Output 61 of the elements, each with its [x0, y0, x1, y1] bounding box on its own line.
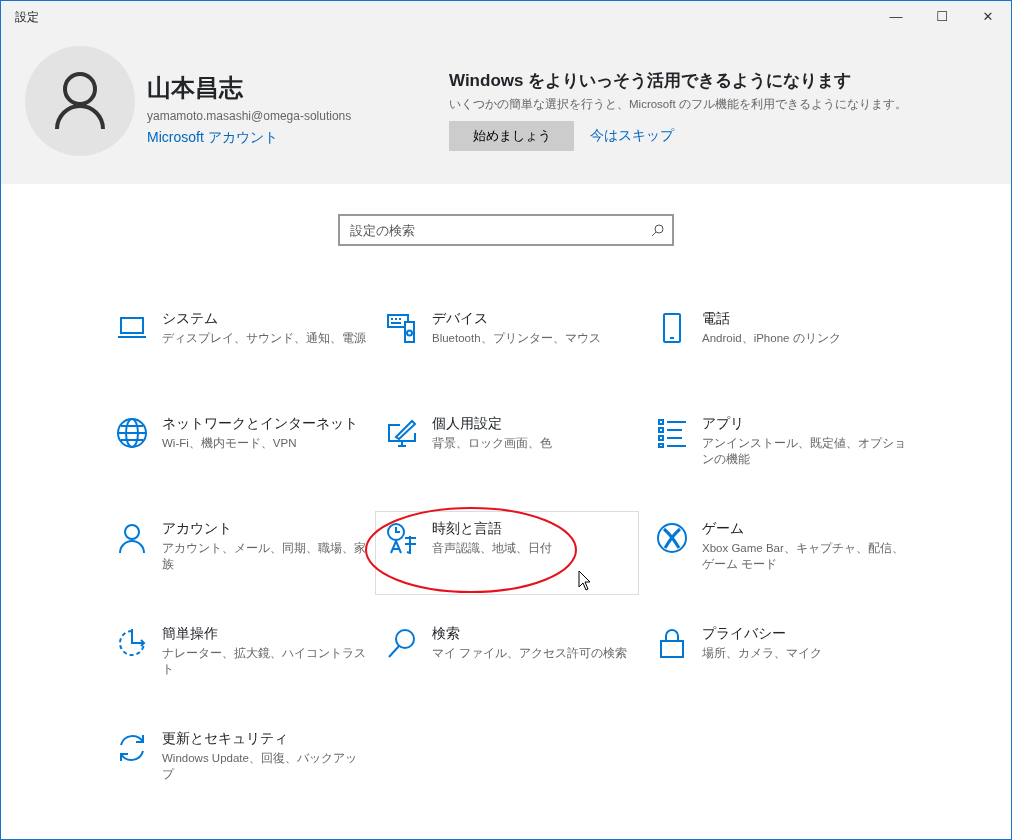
tile-description: 背景、ロック画面、色 [432, 435, 553, 451]
user-email: yamamoto.masashi@omega-solutions [147, 107, 353, 125]
tile-description: 音声認識、地域、日付 [432, 540, 553, 556]
tile-title: アカウント [162, 520, 233, 538]
tile-description: 場所、カメラ、マイク [702, 645, 823, 661]
tile-title: デバイス [432, 310, 489, 328]
globe-icon [116, 417, 148, 449]
settings-tile[interactable]: 更新とセキュリティ Windows Update、回復、バックアップ [105, 721, 369, 805]
list-icon [656, 417, 688, 449]
tile-description: Windows Update、回復、バックアップ [162, 750, 358, 782]
tile-title: 時刻と言語 [432, 520, 503, 538]
settings-tile[interactable]: アカウント アカウント、メール、同期、職場、家族 [105, 511, 369, 595]
monitor-brush-icon [386, 417, 418, 449]
settings-tile[interactable]: 電話 Android、iPhone のリンク [645, 301, 909, 385]
dotted-circle-arrow-icon [116, 627, 148, 659]
settings-tile[interactable]: プライバシー 場所、カメラ、マイク [645, 616, 909, 700]
tile-description: アンインストール、既定値、オプションの機能 [702, 435, 907, 467]
minimize-button[interactable]: — [873, 1, 919, 32]
magnifier-icon [386, 627, 418, 659]
tile-title: 更新とセキュリティ [162, 730, 289, 748]
tile-description: Android、iPhone のリンク [702, 330, 842, 346]
settings-tile[interactable]: 個人用設定 背景、ロック画面、色 [375, 406, 639, 490]
tile-title: システム [162, 310, 219, 328]
close-button[interactable]: ✕ [965, 1, 1011, 32]
maximize-button[interactable]: ☐ [919, 1, 965, 32]
mouse-cursor-icon [578, 570, 591, 591]
tile-description: Bluetooth、プリンター、マウス [432, 330, 602, 346]
microsoft-account-link[interactable]: Microsoft アカウント [147, 128, 278, 145]
search-field[interactable]: 設定の検索 [338, 214, 674, 246]
settings-tile[interactable]: デバイス Bluetooth、プリンター、マウス [375, 301, 639, 385]
settings-tile[interactable]: システム ディスプレイ、サウンド、通知、電源 [105, 301, 369, 385]
skip-link[interactable]: 今はスキップ [590, 125, 674, 147]
settings-tile[interactable]: 検索 マイ ファイル、アクセス許可の検索 [375, 616, 639, 700]
promo-title: Windows をよりいっそう活用できるようになります [449, 70, 853, 92]
person-icon [116, 522, 148, 554]
get-started-button[interactable]: 始めましょう [449, 120, 574, 151]
window-title: 設定 [15, 8, 40, 26]
tile-title: 個人用設定 [432, 415, 503, 433]
tile-title: ネットワークとインターネット [162, 415, 359, 433]
tile-description: Wi-Fi、機内モード、VPN [162, 435, 298, 451]
tile-title: アプリ [702, 415, 745, 433]
search-icon [651, 224, 664, 237]
tile-title: ゲーム [702, 520, 745, 538]
xbox-icon [656, 522, 688, 554]
settings-tile[interactable]: ゲーム Xbox Game Bar、キャプチャ、配信、ゲーム モード [645, 511, 909, 595]
tile-title: プライバシー [702, 625, 787, 643]
promo-text: いくつかの簡単な選択を行うと、Microsoft のフル機能を利用できるようになります。 [449, 96, 907, 113]
tile-description: アカウント、メール、同期、職場、家族 [162, 540, 367, 572]
settings-tile[interactable]: ネットワークとインターネット Wi-Fi、機内モード、VPN [105, 406, 369, 490]
settings-tile[interactable]: 簡単操作 ナレーター、拡大鏡、ハイコントラスト [105, 616, 369, 700]
tile-description: ナレーター、拡大鏡、ハイコントラスト [162, 645, 367, 677]
user-name: 山本昌志 [147, 74, 244, 103]
settings-tile[interactable]: アプリ アンインストール、既定値、オプションの機能 [645, 406, 909, 490]
clock-language-icon [386, 522, 418, 554]
tile-description: Xbox Game Bar、キャプチャ、配信、ゲーム モード [702, 540, 905, 572]
tile-description: ディスプレイ、サウンド、通知、電源 [162, 330, 367, 346]
tile-title: 検索 [432, 625, 461, 643]
keyboard-speaker-icon [386, 312, 418, 344]
tile-title: 簡単操作 [162, 625, 219, 643]
tile-description: マイ ファイル、アクセス許可の検索 [432, 645, 629, 661]
tile-title: 電話 [702, 310, 731, 328]
